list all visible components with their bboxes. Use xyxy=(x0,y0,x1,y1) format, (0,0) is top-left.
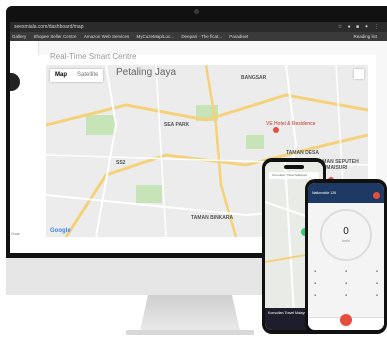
reading-list[interactable]: Reading list xyxy=(353,34,377,39)
map-area-label: BANGSAR xyxy=(241,75,267,81)
map-area-label: TAMAN DESA xyxy=(286,150,319,156)
bookmarks-bar: Gallery Shopee Seller Centre Amazon Web … xyxy=(10,32,387,41)
fullscreen-button[interactable] xyxy=(354,69,364,79)
monitor-stand xyxy=(140,295,240,331)
bookmark-item[interactable]: Gallery xyxy=(12,34,26,39)
map-type-tabs: Map Satellite xyxy=(50,69,104,82)
page-title: Real-Time Smart Centre xyxy=(50,52,137,61)
map-area-label: SS2 xyxy=(116,160,126,166)
stats-row: ● ● ● xyxy=(314,293,378,297)
map-city-label: Petaling Jaya xyxy=(116,67,177,78)
bookmark-item[interactable]: Amazon Web Services xyxy=(84,34,129,39)
tab-satellite[interactable]: Satellite xyxy=(72,69,103,82)
avatar[interactable] xyxy=(10,73,20,91)
bookmark-item[interactable]: MyCuzeMap/Loc... xyxy=(137,34,175,39)
google-logo: Google xyxy=(50,228,71,234)
stats-row: ● ● ● xyxy=(314,281,378,285)
tab-map[interactable]: Map xyxy=(50,69,72,82)
map-area-label: SEA PARK xyxy=(164,122,190,128)
phone-right-screen: Nationwide 126 0 km/h ● ● ● ● ● ● ● ● ● xyxy=(308,183,384,330)
monitor-base xyxy=(126,330,254,335)
speed-gauge: 0 km/h xyxy=(320,209,372,261)
extension-icons[interactable]: ☆ ● ■ ✦ ⋮ xyxy=(338,24,381,30)
action-button[interactable] xyxy=(340,314,352,326)
bookmark-item[interactable]: Paradiset xyxy=(229,34,248,39)
address-bar[interactable]: seesmiala.com/dashboard/map ☆ ● ■ ✦ ⋮ xyxy=(10,22,387,32)
camera-icon xyxy=(194,9,199,14)
speed-unit: km/h xyxy=(342,239,350,243)
speed-value: 0 xyxy=(343,226,349,237)
imac-mockup: seesmiala.com/dashboard/map ☆ ● ■ ✦ ⋮ Ga… xyxy=(0,0,387,338)
sidebar: Goal xyxy=(10,41,39,253)
bookmark-item[interactable]: Shopee Seller Centre xyxy=(34,34,77,39)
phone-header-title: Nationwide 126 xyxy=(312,191,337,195)
bookmark-item[interactable]: Deepari · The ficat... xyxy=(181,34,222,39)
map-area-label: TAMAN BINKARA xyxy=(191,215,234,221)
map-poi-label[interactable]: VE Hotel & Residence xyxy=(266,121,315,127)
phone-right: Nationwide 126 0 km/h ● ● ● ● ● ● ● ● ● xyxy=(305,179,387,334)
sidebar-label: Goal xyxy=(11,231,20,236)
close-icon[interactable] xyxy=(373,192,380,199)
phone-notch xyxy=(284,165,304,169)
url-text[interactable]: seesmiala.com/dashboard/map xyxy=(14,24,83,30)
phone-search-field[interactable]: Konsultan Travel Malaysia xyxy=(269,172,319,179)
stats-row: ● ● ● xyxy=(314,269,378,273)
